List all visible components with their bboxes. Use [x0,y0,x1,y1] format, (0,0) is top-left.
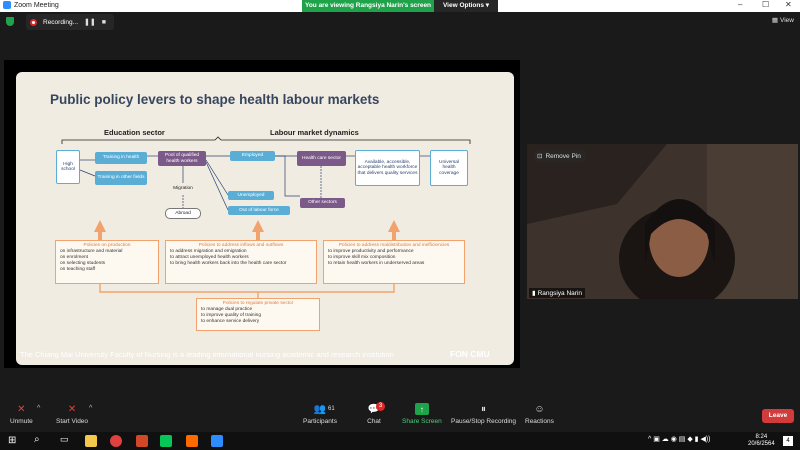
remove-pin-button[interactable]: ⊡ Remove Pin [534,150,586,162]
participants-count: 61 [328,406,335,412]
line-icon[interactable] [160,435,172,447]
signal-bars-icon: ▮ [532,290,536,297]
system-tray-icons[interactable]: ^ ▣ ☁ ◉ ▤ ◆ ▮ ◀)) [648,435,711,443]
out-of-labour-box: Out of labour force [228,206,290,215]
zoom-taskbar-icon[interactable] [211,435,223,447]
windows-start-icon[interactable]: ⊞ [8,435,16,446]
chat-label: Chat [367,418,381,425]
share-screen-button[interactable]: ↑ Share Screen [402,403,442,425]
policy-inflows-box: Policies to address inflows and outflows… [165,240,317,284]
participants-label: Participants [303,418,337,425]
policy-item: to retain health workers in underserved … [328,261,425,266]
reactions-button[interactable]: ☺ Reactions [525,403,554,426]
share-screen-label: Share Screen [402,418,442,425]
participants-icon: 👥 [313,403,327,415]
abroad-box: Abroad [165,208,201,219]
pin-icon: ⊡ [537,153,543,160]
health-care-sector-box: Health care sector [297,151,346,166]
high-school-box: High school [56,150,80,184]
taskbar-clock[interactable]: 8:24 20/6/2564 [748,434,775,448]
other-sectors-box: Other sectors [300,198,345,208]
unmute-button[interactable]: ✕ Unmute [10,403,33,426]
pause-stop-recording-button[interactable]: ⏸ Pause/Stop Recording [451,403,517,426]
policy-private-sector-box: Policies to regulate private sector to m… [196,298,320,331]
participant-name-label: ▮ Rangsiya Narin [529,288,586,298]
video-options-chevron-icon[interactable]: ^ [89,405,92,412]
pause-stop-icon: ⏸ [481,403,487,415]
fon-cmu-logo: FON CMU [450,349,490,359]
unmute-label: Unmute [10,418,33,425]
audio-options-chevron-icon[interactable]: ^ [37,405,40,412]
clock-time: 8:24 [755,434,768,440]
pause-stop-label: Pause/Stop Recording [451,418,517,425]
start-video-label: Start Video [56,418,89,425]
participant-name: Rangsiya Narin [537,289,583,297]
policy-item: on teaching staff [60,267,96,272]
policy-item: to enhance service delivery [201,319,260,324]
policy-maldistribution-box: Policies to address maldistribution and … [323,240,465,284]
file-explorer-icon[interactable] [85,435,97,447]
policy-production-box: Policies on production on infrastructure… [55,240,159,284]
muted-microphone-icon: ✕ [17,403,26,415]
available-workforce-box: Available, accessible, acceptable health… [355,150,420,186]
migration-label: Migration [173,186,193,192]
chat-badge: 3 [376,402,385,411]
video-off-icon: ✕ [67,403,77,415]
leave-button[interactable]: Leave [762,409,794,423]
meeting-toolbar [0,400,800,432]
office-icon[interactable] [136,435,148,447]
notification-center-icon[interactable]: 4 [783,436,793,446]
reactions-icon: ☺ [534,403,545,415]
training-other-box: Training in other fields [95,171,147,185]
task-view-icon[interactable]: ▭ [60,434,69,445]
remove-pin-label: Remove Pin [545,152,581,160]
share-screen-icon: ↑ [414,403,429,415]
clock-date: 20/6/2564 [748,441,775,447]
training-health-box: Training in health [95,152,147,164]
slide-footer: The Chiang Mai University Faculty of Nur… [20,350,394,359]
vlc-icon[interactable] [186,435,198,447]
universal-coverage-box: Universal health coverage [430,150,468,186]
employed-box: Employed [230,151,275,161]
policy-item: to bring health workers back into the he… [170,261,287,266]
chrome-icon[interactable] [110,435,122,447]
unemployed-box: Unemployed [228,191,274,200]
search-icon[interactable]: ⌕ [34,434,40,445]
reactions-label: Reactions [525,418,554,425]
start-video-button[interactable]: ✕ Start Video [56,403,89,426]
participant-video[interactable] [527,144,798,299]
pool-qualified-box: Pool of qualified health workers [158,151,206,166]
participant-video-frame [527,144,798,299]
